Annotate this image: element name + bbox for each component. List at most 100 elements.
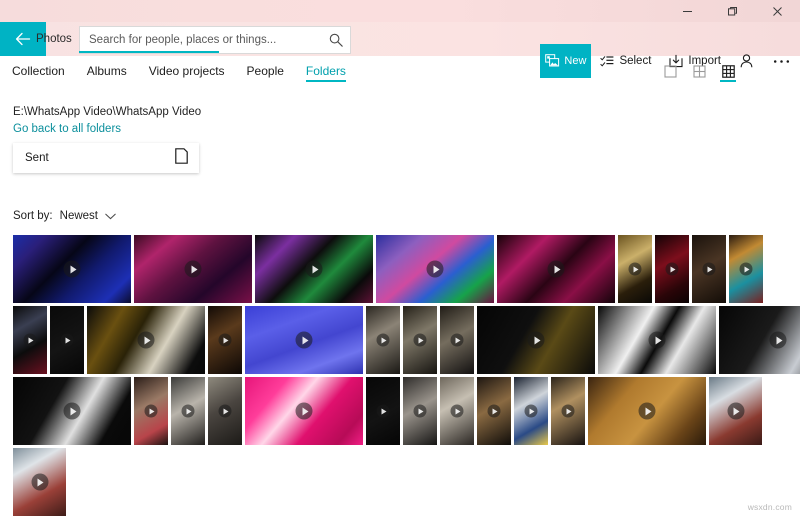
play-icon [295, 331, 313, 349]
video-thumbnail[interactable] [376, 235, 494, 303]
tab-video-projects-label: Video projects [148, 64, 225, 78]
video-thumbnail[interactable] [366, 306, 400, 374]
play-icon [218, 404, 232, 418]
play-icon [376, 404, 390, 418]
video-thumbnail[interactable] [588, 377, 706, 445]
play-icon [487, 404, 501, 418]
sort-by-label: Sort by: [13, 210, 53, 222]
video-thumbnail[interactable] [655, 235, 689, 303]
search-focus-underline [79, 51, 219, 53]
tab-video-projects[interactable]: Video projects [138, 56, 236, 86]
restore-button[interactable] [710, 0, 755, 22]
play-icon [450, 333, 464, 347]
tab-collection[interactable]: Collection [12, 56, 76, 86]
video-thumbnail[interactable] [729, 235, 763, 303]
video-thumbnail[interactable] [171, 377, 205, 445]
video-thumbnail[interactable] [13, 235, 131, 303]
play-icon [638, 402, 656, 420]
play-icon [376, 333, 390, 347]
folder-card-sent[interactable]: Sent [13, 143, 199, 173]
video-thumbnail[interactable] [208, 377, 242, 445]
video-thumbnail[interactable] [477, 306, 595, 374]
thumbnail-row [13, 448, 788, 516]
play-icon [218, 333, 232, 347]
search-input[interactable] [80, 27, 322, 53]
tab-folders[interactable]: Folders [295, 56, 357, 86]
play-icon [426, 260, 444, 278]
folder-card-label: Sent [25, 152, 49, 164]
play-icon [184, 260, 202, 278]
play-icon [137, 331, 155, 349]
view-single-button[interactable] [660, 60, 680, 82]
app-title: Photos [36, 33, 72, 45]
video-thumbnail[interactable] [134, 235, 252, 303]
close-button[interactable] [755, 0, 800, 22]
play-icon [628, 262, 642, 276]
restore-icon [728, 6, 737, 15]
title-bar [0, 0, 800, 22]
window-controls [665, 0, 800, 22]
video-thumbnail[interactable] [245, 306, 363, 374]
video-thumbnail[interactable] [692, 235, 726, 303]
video-thumbnail[interactable] [598, 306, 716, 374]
video-thumbnail[interactable] [13, 377, 131, 445]
minimize-icon [683, 10, 692, 12]
video-thumbnail[interactable] [403, 377, 437, 445]
video-thumbnail[interactable] [255, 235, 373, 303]
play-icon [31, 473, 48, 491]
tab-albums-label: Albums [86, 64, 127, 78]
video-thumbnail[interactable] [87, 306, 205, 374]
grid-3x3-icon [721, 64, 735, 78]
video-thumbnail[interactable] [13, 448, 66, 516]
tab-albums[interactable]: Albums [76, 56, 138, 86]
folder-page-icon [175, 147, 188, 169]
video-thumbnail[interactable] [719, 306, 800, 374]
view-medium-grid-button[interactable] [689, 60, 709, 82]
video-thumbnail[interactable] [208, 306, 242, 374]
close-icon [773, 6, 782, 16]
sort-control[interactable]: Sort by: Newest [13, 210, 116, 222]
view-small-grid-button[interactable] [718, 60, 738, 82]
nav-tabs: Collection Albums Video projects People … [12, 56, 357, 86]
video-thumbnail[interactable] [440, 306, 474, 374]
video-thumbnail-grid [13, 235, 800, 519]
play-icon [727, 402, 744, 420]
video-thumbnail[interactable] [618, 235, 652, 303]
play-icon [23, 333, 37, 347]
photos-app-window: New Select Import Photos Search for peop… [0, 0, 800, 518]
chevron-down-icon[interactable] [105, 213, 116, 220]
minimize-button[interactable] [665, 0, 710, 22]
play-icon [413, 333, 427, 347]
video-thumbnail[interactable] [403, 306, 437, 374]
grid-2x2-icon [692, 64, 706, 78]
play-icon [527, 331, 545, 349]
video-thumbnail[interactable] [366, 377, 400, 445]
tab-people[interactable]: People [236, 56, 295, 86]
view-mode-group [660, 56, 738, 86]
play-icon [413, 404, 427, 418]
tab-people-label: People [246, 64, 284, 78]
video-thumbnail[interactable] [440, 377, 474, 445]
sort-by-value[interactable]: Newest [60, 210, 98, 222]
video-thumbnail[interactable] [551, 377, 585, 445]
tab-collection-label: Collection [12, 64, 65, 78]
video-thumbnail[interactable] [497, 235, 615, 303]
video-thumbnail[interactable] [477, 377, 511, 445]
play-icon [181, 404, 195, 418]
video-thumbnail[interactable] [514, 377, 548, 445]
video-thumbnail[interactable] [709, 377, 762, 445]
video-thumbnail[interactable] [50, 306, 84, 374]
go-back-to-all-folders-link[interactable]: Go back to all folders [13, 123, 121, 135]
play-icon [144, 404, 158, 418]
play-icon [63, 402, 81, 420]
video-thumbnail[interactable] [245, 377, 363, 445]
search-icon[interactable] [322, 33, 350, 47]
breadcrumb: E:\WhatsApp Video\WhatsApp Video [13, 106, 202, 118]
thumbnail-row [13, 377, 788, 445]
play-icon [665, 262, 679, 276]
video-thumbnail[interactable] [134, 377, 168, 445]
thumbnail-row [13, 306, 800, 374]
search-box[interactable] [79, 26, 351, 54]
play-icon [524, 404, 538, 418]
video-thumbnail[interactable] [13, 306, 47, 374]
